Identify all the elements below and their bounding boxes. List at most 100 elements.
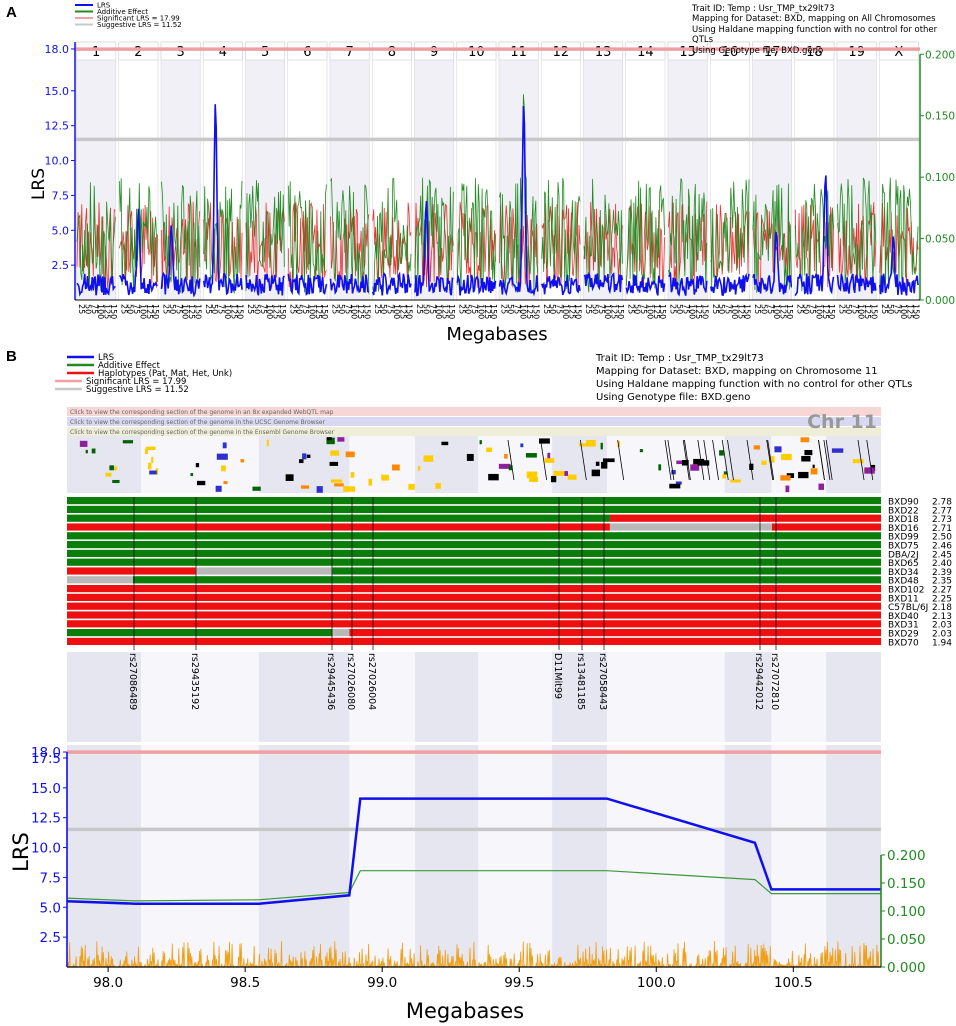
marker-label: D11Mit99 <box>552 653 563 699</box>
haplotype-segment <box>67 637 881 645</box>
y-tick-label: 5.0 <box>40 900 61 916</box>
gene-segment <box>381 474 389 481</box>
x-tick-label: 150 <box>743 304 752 319</box>
gene-segment <box>441 441 449 446</box>
gene-segment <box>149 470 157 475</box>
x-tick-label: 150 <box>869 304 878 319</box>
gene-segment <box>658 464 662 471</box>
gene-segment <box>804 449 813 456</box>
haplotype-segment <box>67 558 881 566</box>
haplotype-segment <box>771 523 881 531</box>
gene-segment <box>337 437 345 442</box>
gene-segment <box>221 465 226 472</box>
banner-text: Click to view the corresponding section … <box>70 409 334 416</box>
marker-label: rs29445436 <box>325 653 336 710</box>
position-band <box>415 745 479 967</box>
y2-tick-label: 0.000 <box>925 295 955 307</box>
gene-segment <box>801 455 811 462</box>
gene-segment <box>266 439 269 447</box>
haplotype-segment <box>349 629 881 637</box>
x-tick-label: 150 <box>700 304 709 319</box>
y-tick-label: 2.5 <box>52 259 70 272</box>
chromosome-label: 4 <box>219 45 227 60</box>
y-tick-label: 2.5 <box>40 930 61 946</box>
haplotype-segment <box>67 514 610 522</box>
x-tick-label: 99.5 <box>504 975 534 991</box>
chromosome-label: 5 <box>261 45 269 60</box>
x-tick-label: 150 <box>912 304 921 319</box>
gene-segment <box>785 485 790 493</box>
position-band <box>415 652 479 742</box>
marker-label: rs27026080 <box>345 653 356 710</box>
gene-segment <box>479 440 482 445</box>
gene-segment <box>780 475 791 481</box>
chromosome-label: 1 <box>92 45 100 60</box>
strain-value: 1.94 <box>932 638 952 648</box>
marker-label: rs27086489 <box>127 653 138 710</box>
x-tick-label: 150 <box>278 304 287 319</box>
gene-segment <box>798 471 809 479</box>
marker-label: rs27058443 <box>597 653 608 710</box>
info-line: Using Genotype file: BXD.geno <box>596 392 751 403</box>
gene-segment <box>408 483 415 490</box>
haplotype-segment <box>332 629 350 637</box>
gene-segment <box>600 442 603 450</box>
y2-tick-label: 0.000 <box>887 960 926 976</box>
gene-segment <box>148 462 152 470</box>
gene-segment <box>671 469 676 475</box>
gene-segment <box>151 456 154 464</box>
gene-segment <box>774 446 782 453</box>
y-tick-label: 17.5 <box>31 751 61 767</box>
y-axis-label: LRS <box>9 832 33 872</box>
gene-segment <box>553 470 565 476</box>
haplotype-segment <box>67 567 133 575</box>
chromosome-label: 7 <box>345 45 353 60</box>
gene-segment <box>330 479 343 483</box>
x-tick-label: 99.0 <box>367 975 397 991</box>
x-tick-label: 150 <box>658 304 667 319</box>
y-axis-label: LRS <box>29 168 49 200</box>
position-band <box>826 652 881 742</box>
y-tick-label: 15.0 <box>31 781 61 797</box>
gene-segment <box>109 465 115 471</box>
gene-segment <box>693 458 705 465</box>
gene-segment <box>306 454 311 458</box>
haplotype-segment <box>67 532 881 540</box>
x-tick-label: 150 <box>151 304 160 319</box>
x-tick-label: 98.0 <box>93 975 123 991</box>
gene-segment <box>602 458 615 463</box>
position-band <box>67 745 141 967</box>
banner-text: Click to view the corresponding section … <box>70 419 325 426</box>
haplotype-segment <box>67 611 881 619</box>
gene-segment <box>216 453 228 460</box>
gene-segment <box>285 474 294 481</box>
gene-segment <box>435 483 441 489</box>
gene-segment <box>368 478 373 486</box>
gene-segment <box>316 486 323 493</box>
legend-label: Suggestive LRS = 11.52 <box>97 21 182 29</box>
haplotype-segment <box>132 567 196 575</box>
position-band <box>258 745 350 967</box>
x-tick-label: 150 <box>362 304 371 319</box>
gene-segment <box>800 437 810 443</box>
gene-segment <box>330 450 339 456</box>
gene-segment <box>301 485 310 489</box>
gene-segment <box>781 453 792 461</box>
gene-segment <box>486 447 493 453</box>
chromosome-label: 8 <box>388 45 396 60</box>
y2-tick-label: 0.100 <box>887 904 926 920</box>
haplotype-segment <box>67 497 881 505</box>
haplotype-segment <box>332 567 881 575</box>
gene-segment <box>302 453 307 460</box>
gene-segment <box>215 485 222 492</box>
haplotype-segment <box>609 514 881 522</box>
gene-segment <box>85 449 88 454</box>
gene-segment <box>223 481 228 485</box>
haplotype-segment <box>67 576 133 584</box>
haplotype-segment <box>67 620 881 628</box>
info-line: Trait ID: Temp : Usr_TMP_tx29lt73 <box>692 4 835 14</box>
gene-segment <box>343 486 356 492</box>
info-line: Using Haldane mapping function with no c… <box>596 379 913 390</box>
legend-label: Suggestive LRS = 11.52 <box>86 385 189 395</box>
gene-segment <box>190 473 194 477</box>
